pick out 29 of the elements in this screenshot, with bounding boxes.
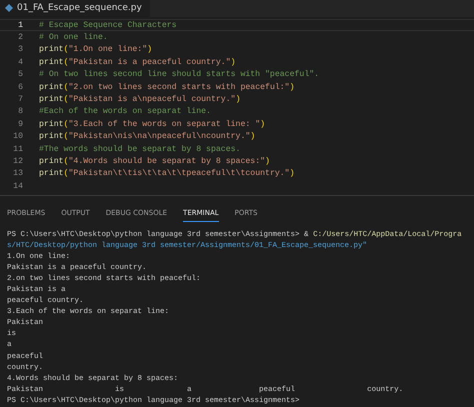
code-line: # Escape Sequence Characters bbox=[39, 20, 177, 30]
line-number: 14 bbox=[12, 182, 24, 191]
line-number: 13 bbox=[12, 169, 24, 178]
line-number: 5 bbox=[17, 70, 24, 80]
code-line: # On one line. bbox=[39, 33, 108, 42]
code-line: print("1.On one line:") bbox=[39, 45, 152, 54]
code-line: #Each of the words on separat line. bbox=[39, 107, 211, 116]
line-number: 7 bbox=[17, 94, 24, 104]
code-line: print("3.Each of the words on separat line: ") bbox=[39, 120, 266, 129]
file-tab[interactable]: 01_FA_Escape_sequence.py bbox=[0, 0, 150, 17]
line-number: 11 bbox=[12, 144, 24, 154]
code-line: print("2.on two lines second starts with peaceful:") bbox=[39, 82, 295, 92]
code-line: # On two lines second line should starts with "peaceful". bbox=[39, 70, 320, 80]
line-number: 6 bbox=[17, 82, 24, 92]
code-line: #The words should be separat by 8 spaces. bbox=[39, 144, 240, 154]
line-number: 1 bbox=[17, 20, 24, 30]
code-line: print("Pakistan\nis\na\npeaceful\ncountry.") bbox=[39, 132, 256, 142]
line-number: 2 bbox=[17, 33, 24, 42]
line-number: 12 bbox=[12, 156, 24, 166]
line-number: 4 bbox=[17, 58, 24, 67]
code-line: print("Pakistan is a\npeaceful country.") bbox=[39, 94, 240, 104]
line-number: 10 bbox=[12, 132, 24, 142]
code-line: print("4.Words should be separat by 8 spaces:") bbox=[39, 156, 270, 166]
code-line: print("Pakistan\t\tis\t\ta\t\tpeaceful\t\tcountry.") bbox=[39, 169, 295, 178]
line-number: 8 bbox=[17, 107, 24, 116]
python-file-icon bbox=[5, 4, 13, 12]
line-number: 9 bbox=[17, 120, 24, 129]
line-number: 3 bbox=[17, 45, 24, 54]
code-line: print("Pakistan is a peaceful country.") bbox=[39, 58, 236, 67]
